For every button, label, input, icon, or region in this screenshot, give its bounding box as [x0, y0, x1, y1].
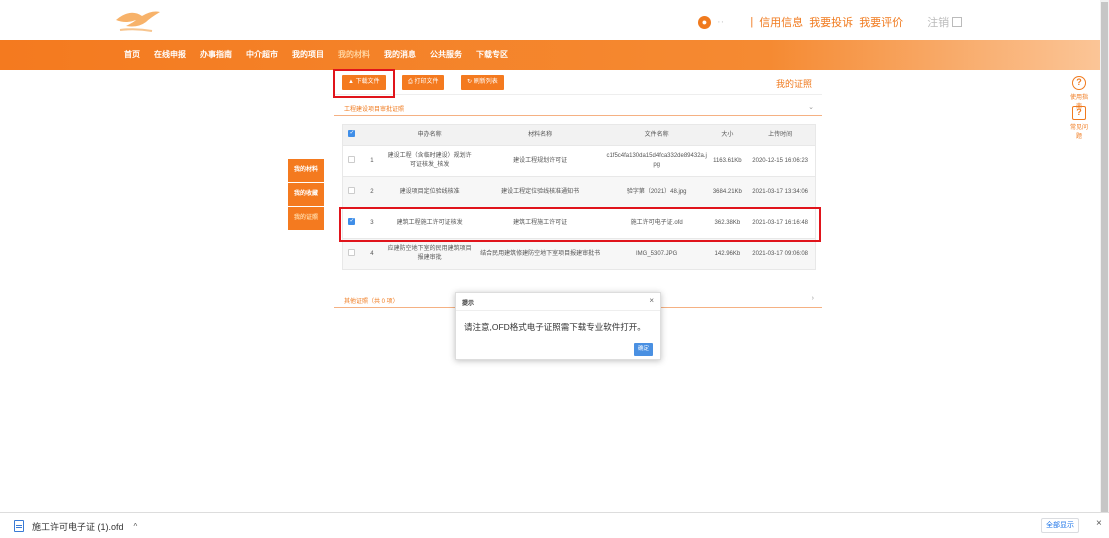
- logout-button[interactable]: 注销: [927, 14, 963, 30]
- table-row[interactable]: 2 建设项目定位验线核准 建设工程定位验线核准通知书 验字第（2021）48.j…: [342, 177, 816, 208]
- nav-item-online-apply[interactable]: 在线申报: [154, 49, 186, 60]
- col-file-name: 文件名称: [644, 131, 669, 138]
- main-nav: 首页 在线申报 办事指南 中介超市 我的项目 我的材料 我的消息 公共服务 下载…: [0, 40, 1100, 70]
- dialog-title: 提示: [462, 301, 475, 307]
- row-material-name: 结合民用建筑修建防空地下室项目报建审批书: [480, 250, 601, 257]
- nav-item-home[interactable]: 首页: [124, 49, 140, 60]
- row-checkbox[interactable]: [348, 156, 356, 164]
- ok-button[interactable]: 确定: [634, 343, 653, 356]
- show-all-button[interactable]: 全部显示: [1041, 518, 1079, 533]
- dialog-header: 提示 ×: [456, 293, 660, 311]
- refresh-list-button[interactable]: ↻ 刷新列表: [461, 75, 504, 90]
- faq-tool-label: 常见问题: [1069, 125, 1088, 140]
- row-file-name[interactable]: c1f5c4fa130da15d4fca332de89432a.jpg: [604, 152, 710, 170]
- user-name[interactable]: ··: [717, 16, 724, 28]
- col-apply-name: 申办名称: [417, 131, 442, 138]
- header-user-area: ● ·· | 信用信息 我要投诉 我要评价 注销: [698, 14, 963, 30]
- chevron-down-icon: ⌄: [808, 104, 814, 111]
- chevron-right-icon: ›: [811, 295, 814, 302]
- row-upload-time: 2021-03-17 09:06:08: [752, 250, 808, 257]
- nav-item-my-messages[interactable]: 我的消息: [384, 49, 416, 60]
- refresh-list-label: 刷新列表: [473, 79, 498, 85]
- user-icon[interactable]: ●: [698, 15, 711, 29]
- row-checkbox[interactable]: [348, 187, 356, 195]
- row-file-name[interactable]: IMG_5307.JPG: [604, 250, 710, 259]
- col-upload-time: 上传时间: [768, 131, 793, 138]
- page-title: 我的证照: [775, 79, 812, 89]
- license-table: ✓ 申办名称 材料名称 文件名称 大小 上传时间 1 建设工程（含临时建设）规划…: [342, 124, 816, 270]
- highlight-selected-row: [339, 207, 821, 242]
- nav-item-downloads[interactable]: 下载专区: [476, 49, 508, 60]
- file-icon: [14, 520, 24, 532]
- highlight-download-button: [333, 69, 395, 98]
- row-apply-name: 应建防空地下室的民用建筑项目报建审批: [387, 246, 472, 261]
- row-no: 4: [370, 250, 374, 257]
- evaluate-link[interactable]: 我要评价: [859, 14, 903, 30]
- download-bar: 施工许可电子证 (1).ofd ^ 全部显示 ×: [0, 512, 1109, 538]
- nav-item-my-projects[interactable]: 我的项目: [292, 49, 324, 60]
- toolbar: ▲ 下载文件 ⎙ 打印文件 ↻ 刷新列表 我的证照: [334, 70, 822, 95]
- scrollbar-thumb[interactable]: [1101, 2, 1108, 512]
- row-apply-name: 建设项目定位验线核准: [399, 188, 460, 195]
- row-apply-name: 建设工程（含临时建设）规划许可证核发_核发: [387, 153, 472, 168]
- side-item-my-materials[interactable]: 我的材料: [288, 159, 324, 182]
- site-logo[interactable]: [112, 6, 162, 34]
- complaint-link[interactable]: 我要投诉: [809, 14, 853, 30]
- nav-item-public-service[interactable]: 公共服务: [430, 49, 462, 60]
- site-header: ● ·· | 信用信息 我要投诉 我要评价 注销: [0, 0, 1100, 40]
- close-icon[interactable]: ×: [649, 296, 654, 305]
- logout-label: 注销: [927, 17, 950, 29]
- table-row[interactable]: 1 建设工程（含临时建设）规划许可证核发_核发 建设工程规划许可证 c1f5c4…: [342, 146, 816, 177]
- page-scrollbar[interactable]: [1100, 0, 1109, 512]
- accordion-divider: [334, 115, 822, 116]
- nav-item-my-materials[interactable]: 我的材料: [338, 49, 370, 60]
- select-all-checkbox[interactable]: ✓: [348, 130, 356, 138]
- page: ● ·· | 信用信息 我要投诉 我要评价 注销 首页 在线申报 办事指南 中介…: [0, 0, 1109, 538]
- credit-info-link[interactable]: 信用信息: [759, 14, 803, 30]
- table-row[interactable]: 4 应建防空地下室的民用建筑项目报建审批 结合民用建筑修建防空地下室项目报建审批…: [342, 239, 816, 270]
- accordion-project-licenses[interactable]: 工程建设项目审批证照 ⌄: [334, 100, 822, 116]
- table-header: ✓ 申办名称 材料名称 文件名称 大小 上传时间: [342, 124, 816, 146]
- question-icon: ?: [1072, 76, 1086, 90]
- row-size: 142.96Kb: [714, 250, 741, 257]
- nav-item-agency[interactable]: 中介超市: [246, 49, 278, 60]
- row-size: 1163.61Kb: [713, 157, 742, 164]
- guide-tool[interactable]: ? 使用指南: [1068, 76, 1090, 110]
- side-menu: 我的材料 我的收藏 我的证照: [288, 159, 324, 231]
- col-material-name: 材料名称: [528, 131, 553, 138]
- dialog-message: 请注意,OFD格式电子证照需下载专业软件打开。: [464, 322, 646, 332]
- row-material-name: 建设工程定位验线核准通知书: [501, 188, 580, 195]
- download-item[interactable]: 施工许可电子证 (1).ofd ^: [14, 519, 137, 533]
- col-size: 大小: [721, 131, 734, 138]
- accordion-title: 其他证照（共 0 项）: [344, 299, 399, 305]
- faq-tool[interactable]: ? 常见问题: [1068, 106, 1090, 140]
- accordion-title: 工程建设项目审批证照: [344, 107, 405, 113]
- row-upload-time: 2020-12-15 16:06:23: [752, 157, 808, 164]
- row-upload-time: 2021-03-17 13:34:06: [752, 188, 808, 195]
- side-item-my-favorites[interactable]: 我的收藏: [288, 183, 324, 206]
- row-no: 1: [370, 157, 374, 164]
- notice-dialog: 提示 × 请注意,OFD格式电子证照需下载专业软件打开。 确定: [455, 292, 661, 360]
- download-filename: 施工许可电子证 (1).ofd: [32, 521, 124, 532]
- row-material-name: 建设工程规划许可证: [513, 157, 568, 164]
- side-item-my-licenses[interactable]: 我的证照: [288, 207, 324, 230]
- nav-item-guide[interactable]: 办事指南: [200, 49, 232, 60]
- close-icon[interactable]: ×: [1096, 518, 1102, 529]
- chevron-up-icon[interactable]: ^: [134, 522, 138, 531]
- header-separator: |: [750, 16, 754, 28]
- toolbar-divider: [334, 94, 822, 95]
- logout-icon: [952, 17, 963, 27]
- print-file-label: 打印文件: [414, 79, 439, 85]
- row-size: 3684.21Kb: [712, 188, 742, 195]
- print-file-button[interactable]: ⎙ 打印文件: [402, 75, 445, 90]
- row-no: 2: [370, 188, 374, 195]
- faq-icon: ?: [1072, 106, 1086, 120]
- row-checkbox[interactable]: [348, 249, 356, 257]
- row-file-name[interactable]: 验字第（2021）48.jpg: [604, 188, 710, 197]
